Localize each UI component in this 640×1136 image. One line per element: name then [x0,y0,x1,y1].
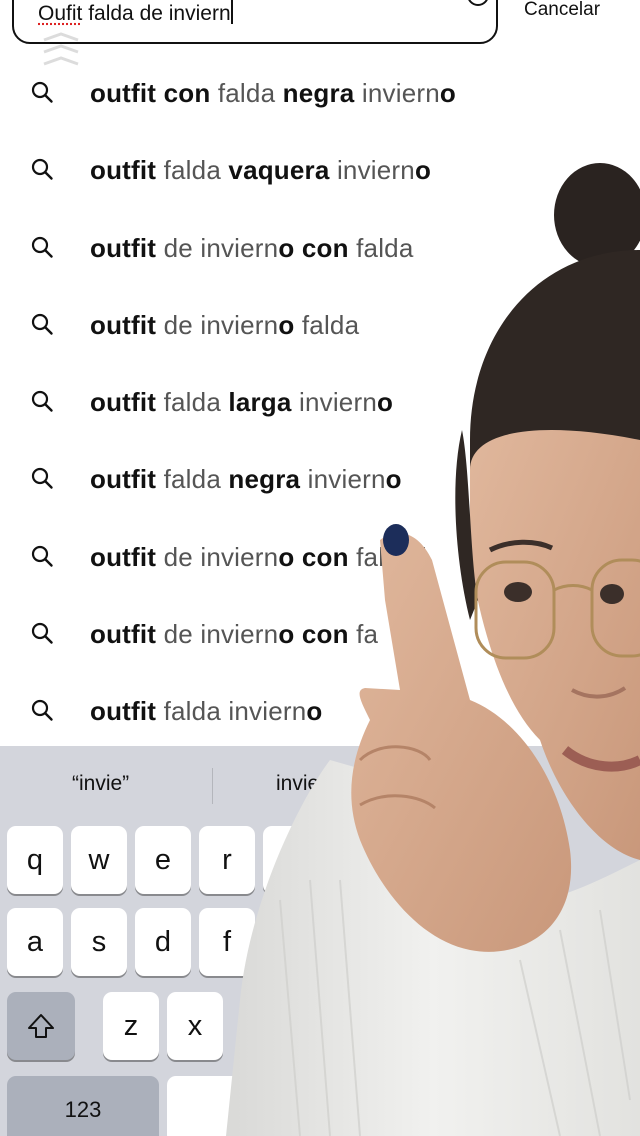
search-icon [31,545,53,567]
suggestion-match-text: o con [278,232,349,263]
suggestion-match-text: o [376,387,394,418]
suggestion-match-text: outfit [90,541,157,572]
suggestion-label: outfit de invierno con falda l [90,542,427,573]
predictive-bar: “invie” invie [0,746,640,826]
suggestion-match-text: negra [228,464,301,495]
shift-arrow-icon [28,1014,54,1038]
circle-x-icon [468,0,488,6]
suggestion-match-text: vaquera [228,155,330,186]
prediction-1[interactable]: “invie” [72,772,129,796]
suggestion-item[interactable]: outfit de invierno falda [0,286,640,363]
suggestion-item[interactable]: outfit falda larga invierno [0,363,640,440]
suggestion-match-text: outfit [90,232,157,263]
prediction-2[interactable]: invie [276,772,319,796]
suggestion-item[interactable]: outfit falda invierno [0,672,640,749]
suggestion-text: falda l [348,541,427,572]
suggestion-label: outfit falda negra invierno [90,464,402,495]
suggestion-match-text: o [439,78,456,108]
search-icon [31,468,53,490]
suggestion-label: outfit con falda negra invierno [90,78,456,109]
suggestion-text: de inviern [156,619,279,650]
suggestion-item[interactable]: outfit falda vaquera invierno [0,131,640,208]
suggestion-text: de inviern [156,541,279,572]
emoji-key[interactable] [167,1076,257,1136]
key-w[interactable]: w [71,826,127,894]
suggestion-text: inviern [354,78,440,108]
ios-keyboard: “invie” invie q w e r t a s d f z x 123 [0,746,640,1136]
search-icon [31,81,53,103]
suggestion-label: outfit de invierno con falda [90,233,414,264]
suggestion-item[interactable]: outfit de invierno con fa [0,595,640,672]
suggestion-text: falda [294,309,360,340]
suggestion-match-text: outfit [90,387,157,418]
key-t[interactable]: t [263,826,319,894]
search-icon [31,313,53,335]
suggestion-match-text: outfit [90,309,157,340]
key-d[interactable]: d [135,908,191,976]
key-x[interactable]: x [167,992,223,1060]
suggestion-match-text: o con [278,619,349,650]
search-icon [31,622,53,644]
suggestion-text: falda [156,464,229,495]
suggestion-text: falda inviern [156,696,307,727]
suggestion-text: de inviern [156,232,279,263]
suggestion-label: outfit de invierno falda [90,310,359,341]
search-icon [31,159,53,180]
suggestion-match-text: o con [278,541,349,572]
suggestion-match-text: o [385,464,402,495]
suggestion-text: falda [156,387,229,418]
suggestion-item[interactable]: outfit falda negra invierno [0,440,640,517]
suggestion-text: inviern [291,387,377,418]
suggestion-item[interactable]: outfit con falda negra invierno [0,54,640,131]
suggestion-text: falda [210,78,283,108]
key-f[interactable]: f [199,908,255,976]
numbers-key[interactable]: 123 [7,1076,159,1136]
search-icon [31,236,53,258]
suggestion-match-text: outfit [90,619,157,650]
search-input-text: falda de inviern [82,2,231,25]
suggestion-match-text: outfit con [90,78,211,108]
suggestion-match-text: negra [282,78,355,108]
shift-key[interactable] [7,992,75,1060]
suggestion-label: outfit falda larga invierno [90,387,393,418]
suggestion-label: outfit falda invierno [90,696,322,727]
suggestion-match-text: outfit [90,464,157,495]
key-q[interactable]: q [7,826,63,894]
suggestion-match-text: larga [228,387,292,418]
cancel-button[interactable]: Cancelar [524,0,600,21]
suggestion-text: fa [348,619,379,650]
suggestion-match-text: o [306,696,323,727]
suggestion-text: de inviern [156,309,279,340]
key-e[interactable]: e [135,826,191,894]
suggestion-match-text: outfit [90,696,157,727]
suggestion-text: falda [348,232,414,263]
text-caret [230,0,233,24]
suggestion-item[interactable]: outfit de invierno con falda l [0,518,640,595]
search-input[interactable]: Oufit falda de inviern [38,0,233,26]
suggestion-item[interactable]: outfit de invierno con falda [0,209,640,286]
suggestion-text: inviern [329,155,415,186]
suggestion-match-text: outfit [90,155,157,186]
suggestion-match-text: o [414,155,432,186]
key-s[interactable]: s [71,908,127,976]
search-icon [31,391,53,412]
search-bar[interactable]: Oufit falda de inviern [12,0,498,44]
search-input-misspelled-word: Oufit [38,2,83,25]
suggestion-label: outfit de invierno con fa [90,619,378,650]
screen: Oufit falda de inviern Cancelar outfit c… [0,0,640,1136]
key-z[interactable]: z [103,992,159,1060]
key-a[interactable]: a [7,908,63,976]
key-r[interactable]: r [199,826,255,894]
suggestion-list: outfit con falda negra invierno outfit fa… [0,54,640,750]
suggestion-label: outfit falda vaquera invierno [90,155,431,186]
suggestion-text: falda [156,155,229,186]
suggestion-match-text: o [278,309,295,340]
suggestion-text: inviern [300,464,386,495]
prediction-divider [212,768,213,804]
clear-search-button[interactable] [465,0,491,8]
search-icon [31,700,53,722]
